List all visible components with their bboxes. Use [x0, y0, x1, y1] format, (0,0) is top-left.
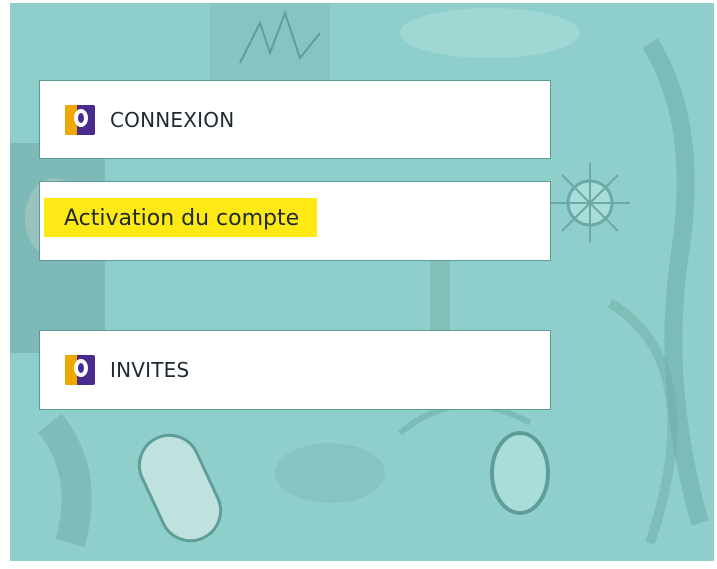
account-activation-label: Activation du compte [44, 198, 318, 237]
account-activation-button[interactable]: Activation du compte [39, 181, 551, 261]
login-button[interactable]: CONNEXION [39, 80, 551, 159]
login-label: CONNEXION [110, 107, 235, 132]
guests-label: INVITES [110, 358, 190, 382]
brand-logo-icon [65, 355, 95, 385]
guests-button[interactable]: INVITES [39, 330, 551, 410]
brand-logo-icon [65, 104, 95, 135]
